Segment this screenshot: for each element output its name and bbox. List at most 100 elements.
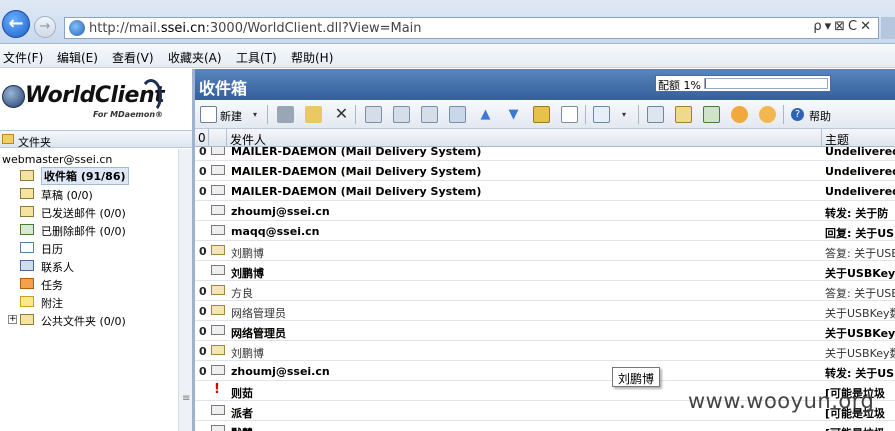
- message-row[interactable]: 0 刘鹏博 关于USBKey数: [195, 341, 895, 361]
- menu-view[interactable]: 查看(V): [112, 49, 154, 66]
- logo-swoosh: [140, 79, 162, 113]
- message-subject: [可能是垃圾: [825, 425, 895, 431]
- subject-column-header[interactable]: 主题: [822, 129, 895, 147]
- inbox-icon: [20, 170, 34, 181]
- message-row[interactable]: 默慧 [可能是垃圾: [195, 421, 895, 431]
- folder-contacts[interactable]: 联系人: [20, 257, 176, 274]
- message-row[interactable]: 0 方良 答复: 关于USB: [195, 281, 895, 301]
- mark-read-icon[interactable]: [533, 106, 550, 123]
- next-icon[interactable]: ▼: [505, 106, 522, 123]
- menu-help[interactable]: 帮助(H): [291, 49, 333, 66]
- scroll-grip[interactable]: ≡: [182, 393, 190, 404]
- envelope-open-icon: [211, 305, 225, 315]
- menu-edit[interactable]: 编辑(E): [57, 49, 98, 66]
- sender-tooltip: 刘鹏博: [612, 367, 661, 387]
- contacts-icon: [20, 260, 34, 271]
- reply-all-icon[interactable]: [393, 106, 410, 123]
- status-column-header[interactable]: [209, 129, 227, 147]
- attachment-icon: 0: [199, 185, 207, 198]
- message-row[interactable]: 0 网络管理员 关于USBKey数: [195, 301, 895, 321]
- folders-icon[interactable]: [647, 106, 664, 123]
- help-icon[interactable]: ?: [791, 108, 804, 121]
- from-column-header[interactable]: 发件人: [227, 129, 822, 147]
- layout-icon[interactable]: [593, 106, 610, 123]
- envelope-icon: [211, 185, 225, 195]
- message-row[interactable]: 0 网络管理员 关于USBKey: [195, 321, 895, 341]
- message-row[interactable]: 0 zhoumj@ssei.cn 转发: 关于US: [195, 361, 895, 381]
- empty-trash-icon[interactable]: [703, 106, 720, 123]
- contacts-book-icon[interactable]: [449, 106, 466, 123]
- menu-file[interactable]: 文件(F): [3, 49, 43, 66]
- url-tools-icons[interactable]: ρ▾⊠C✕: [813, 19, 874, 34]
- not-junk-icon[interactable]: [759, 106, 776, 123]
- menu-favorites[interactable]: 收藏夹(A): [168, 49, 222, 66]
- toolbar-separator: [638, 105, 639, 124]
- forward-button[interactable]: →: [34, 16, 56, 38]
- delete-icon[interactable]: ✕: [333, 106, 350, 123]
- message-row[interactable]: 0 MAILER-DAEMON (Mail Delivery System) Und…: [195, 161, 895, 181]
- message-row[interactable]: zhoumj@ssei.cn 转发: 关于防: [195, 201, 895, 221]
- folder-label: 草稿 (0/0): [41, 189, 93, 202]
- attachment-column-header[interactable]: 0: [195, 129, 209, 147]
- view-source-icon[interactable]: [561, 106, 578, 123]
- new-message-icon[interactable]: [200, 106, 217, 123]
- message-row[interactable]: 0 MAILER-DAEMON (Mail Delivery System) Und…: [195, 181, 895, 201]
- folder-tree: webmaster@ssei.cn 收件箱 (91/86) 草稿 (0/0) 已…: [0, 149, 178, 431]
- reply-icon[interactable]: [365, 106, 382, 123]
- previous-icon[interactable]: ▲: [477, 106, 494, 123]
- folder-deleted[interactable]: 已删除邮件 (0/0): [20, 221, 176, 238]
- folder-icon: [2, 134, 14, 144]
- folder-scrollbar[interactable]: ≡: [178, 149, 192, 431]
- message-row[interactable]: 0 刘鹏博 答复: 关于USB: [195, 241, 895, 261]
- forward-icon[interactable]: [421, 106, 438, 123]
- menu-tools[interactable]: 工具(T): [236, 49, 277, 66]
- junk-icon[interactable]: [731, 106, 748, 123]
- attachment-icon: 0: [199, 147, 207, 158]
- folder-label: 任务: [41, 279, 63, 292]
- folder-inbox[interactable]: 收件箱 (91/86): [20, 167, 176, 185]
- message-row[interactable]: 刘鹏博 关于USBKey: [195, 261, 895, 281]
- folder-notes[interactable]: 附注: [20, 293, 176, 310]
- message-row[interactable]: 0 MAILER-DAEMON (Mail Delivery System) Und…: [195, 147, 895, 161]
- attachment-icon: 0: [199, 345, 207, 358]
- message-sender: 网络管理员: [231, 327, 286, 340]
- move-icon[interactable]: [305, 106, 322, 123]
- url-input[interactable]: http://mail.ssei.cn:3000/WorldClient.dll…: [64, 17, 879, 39]
- folder-calendar[interactable]: 日历: [20, 239, 176, 256]
- folder-sent[interactable]: 已发送邮件 (0/0): [20, 203, 176, 220]
- message-subject: 转发: 关于US: [825, 367, 895, 380]
- message-row[interactable]: maqq@ssei.cn 回复: 关于US: [195, 221, 895, 241]
- notes-icon: [20, 296, 34, 307]
- message-sender: 刘鹏博: [231, 267, 264, 280]
- message-sender: 默慧: [231, 425, 253, 431]
- print-icon[interactable]: [277, 106, 294, 123]
- folder-public[interactable]: 公共文件夹 (0/0): [20, 311, 176, 328]
- message-sender: 刘鹏博: [231, 247, 264, 260]
- account-root[interactable]: webmaster@ssei.cn: [2, 153, 112, 166]
- message-subject: 答复: 关于USB: [825, 287, 895, 300]
- window-edge: [881, 17, 895, 39]
- search-folder-icon[interactable]: [675, 106, 692, 123]
- folders-header: 文件夹: [0, 130, 193, 149]
- folder-drafts[interactable]: 草稿 (0/0): [20, 185, 176, 202]
- folder-tasks[interactable]: 任务: [20, 275, 176, 292]
- help-button[interactable]: 帮助: [809, 108, 831, 124]
- message-sender: maqq@ssei.cn: [231, 225, 320, 238]
- message-sender: 网络管理员: [231, 307, 286, 320]
- envelope-icon: [211, 365, 225, 375]
- sent-icon: [20, 206, 34, 217]
- attachment-icon: 0: [199, 325, 207, 338]
- browser-address-bar: ← → http://mail.ssei.cn:3000/WorldClient…: [0, 0, 895, 44]
- new-button[interactable]: 新建: [220, 108, 242, 124]
- message-subject: 答复: 关于USB: [825, 247, 895, 260]
- attachment-icon: 0: [199, 245, 207, 258]
- envelope-open-icon: [211, 345, 225, 355]
- folder-label: 附注: [41, 297, 63, 310]
- expand-toggle[interactable]: +: [8, 315, 17, 324]
- new-dropdown-icon[interactable]: ▾: [253, 110, 257, 119]
- menu-bar: 文件(F) 编辑(E) 查看(V) 收藏夹(A) 工具(T) 帮助(H): [0, 44, 895, 68]
- layout-dropdown-icon[interactable]: ▾: [622, 110, 626, 119]
- back-button[interactable]: ←: [2, 10, 30, 38]
- envelope-icon: [211, 165, 225, 175]
- mail-toolbar: 新建 ▾ ✕ ▲ ▼ ▾ ? 帮助: [195, 100, 895, 129]
